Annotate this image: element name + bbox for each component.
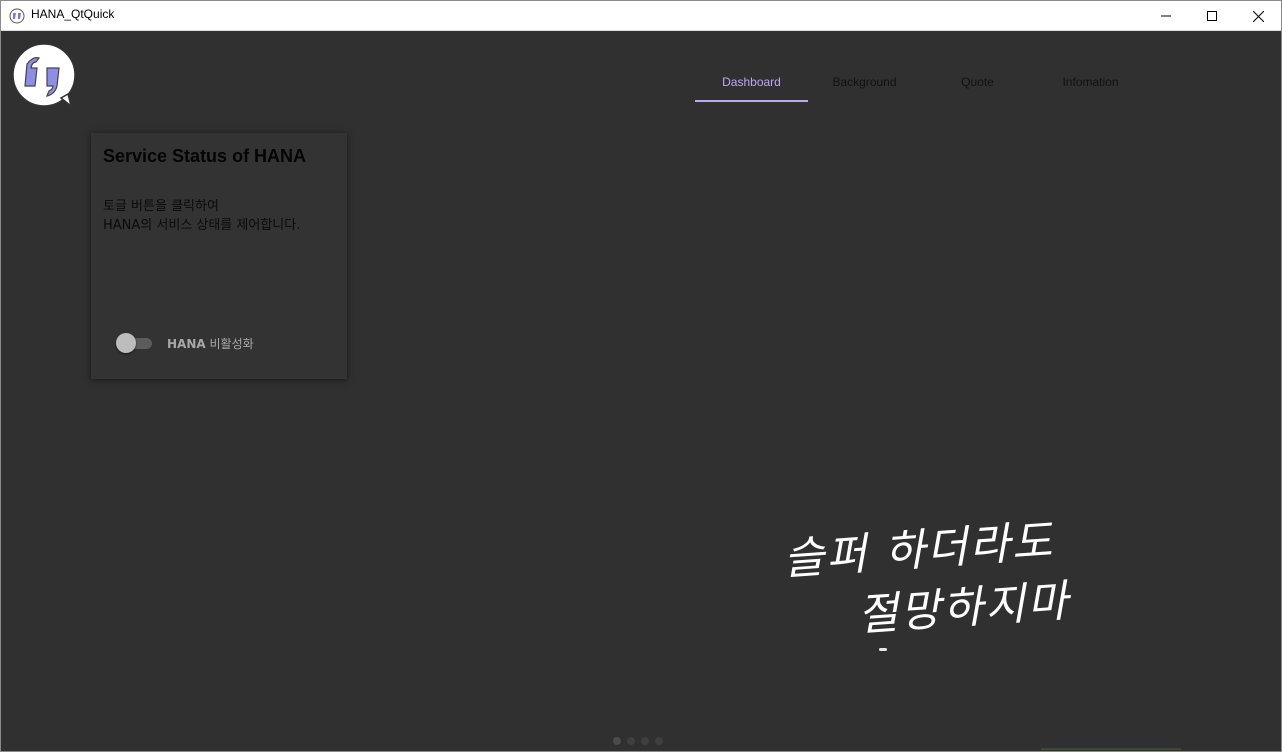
card-description-line: 토글 버튼을 클릭하여 (103, 199, 219, 214)
close-icon (1252, 10, 1264, 22)
app-icon (9, 8, 25, 24)
toggle-label-text: 비활성화 (205, 337, 254, 351)
maximize-button[interactable] (1189, 1, 1235, 31)
toggle-knob (116, 333, 136, 353)
bottom-accent-strip (1041, 748, 1181, 750)
service-status-card: Service Status of HANA 토글 버튼을 클릭하여 HANA의… (91, 133, 347, 379)
page-dot[interactable] (627, 737, 635, 745)
close-button[interactable] (1235, 1, 1281, 31)
minimize-icon (1161, 15, 1171, 17)
page-dot[interactable] (641, 737, 649, 745)
toggle-label-bold: HANA (167, 337, 206, 351)
page-indicator (613, 737, 663, 745)
title-bar[interactable]: HANA_QtQuick (1, 1, 1281, 31)
tab-dashboard[interactable]: Dashboard (695, 62, 808, 102)
page-dot[interactable] (655, 737, 663, 745)
card-description-line: HANA의 서비스 상태를 제어합니다. (103, 218, 301, 233)
main-content: Dashboard Background Quote Infomation Se… (1, 32, 1281, 751)
app-window: HANA_QtQuick Dashboard Background Quote … (0, 0, 1282, 752)
window-title: HANA_QtQuick (31, 7, 115, 21)
minimize-button[interactable] (1143, 1, 1189, 31)
calligraphy-mark (879, 648, 887, 651)
tab-background[interactable]: Background (808, 62, 921, 102)
calligraphy-line: 절망하지마 (855, 575, 1072, 642)
quote-calligraphy-image: 슬퍼 하더라도 절망하지마 (771, 502, 1131, 692)
card-description: 토글 버튼을 클릭하여 HANA의 서비스 상태를 제어합니다. (103, 197, 300, 235)
quote-bubble-icon (12, 43, 76, 108)
toggle-label: HANA 비활성화 (167, 335, 254, 352)
page-dot[interactable] (613, 737, 621, 745)
card-title: Service Status of HANA (103, 146, 307, 166)
maximize-icon (1207, 11, 1217, 21)
tab-information[interactable]: Infomation (1034, 62, 1147, 102)
tab-bar: Dashboard Background Quote Infomation (695, 62, 1147, 102)
hana-service-toggle[interactable] (116, 333, 154, 353)
tab-quote[interactable]: Quote (921, 62, 1034, 102)
